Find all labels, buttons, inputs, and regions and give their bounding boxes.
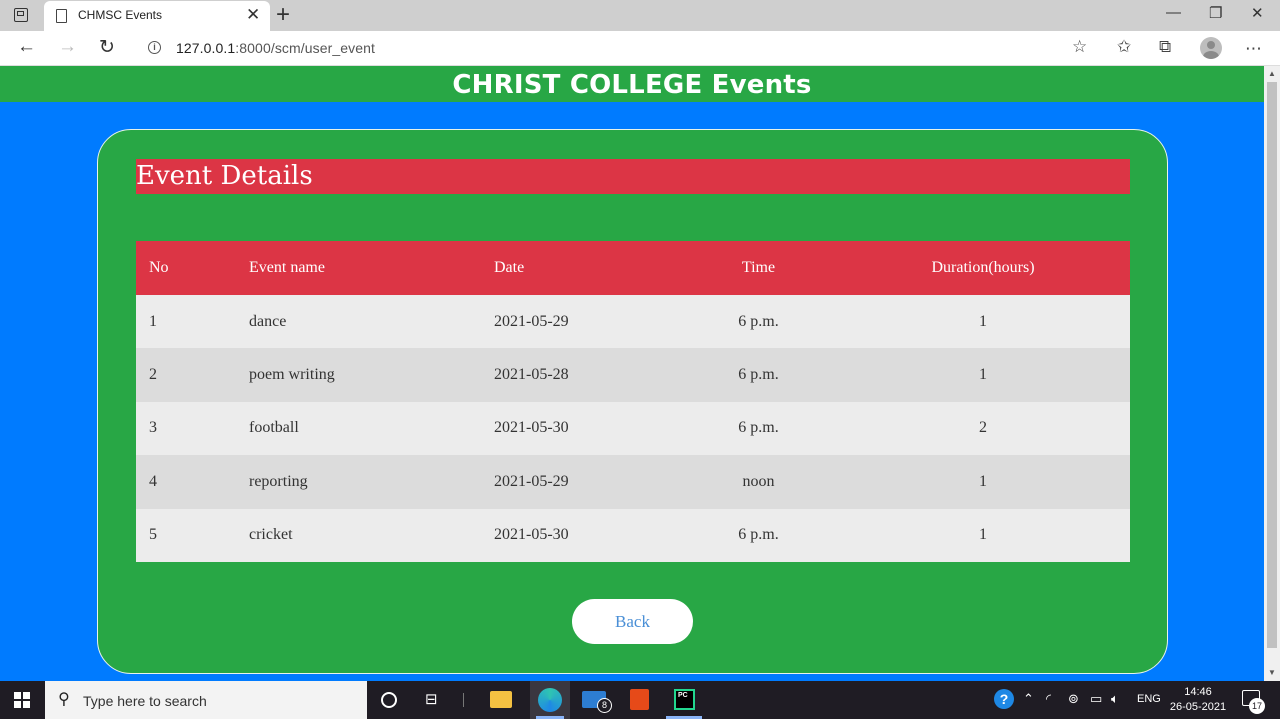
browser-tab-strip: CHMSC Events ✕ + — ❐ ✕: [0, 0, 1280, 31]
column-header-time: Time: [681, 241, 836, 295]
scroll-up-icon[interactable]: ▲: [1268, 69, 1276, 78]
volume-icon[interactable]: 🔈︎: [1111, 691, 1119, 707]
profile-avatar[interactable]: [1200, 37, 1222, 59]
cell-duration: 1: [836, 295, 1130, 349]
minimize-icon[interactable]: —: [1166, 4, 1181, 21]
taskbar-search-placeholder: Type here to search: [83, 693, 207, 709]
battery-icon[interactable]: ▭: [1090, 691, 1102, 707]
cell-no: 3: [136, 401, 236, 456]
network-icon[interactable]: ◜: [1046, 691, 1051, 707]
scroll-down-icon[interactable]: ▼: [1268, 668, 1276, 677]
info-icon[interactable]: i: [148, 41, 161, 54]
clock-time: 14:46: [1184, 686, 1212, 698]
url-host: 127.0.0.1: [176, 40, 236, 56]
events-table: No Event name Date Time Duration(hours) …: [136, 241, 1130, 562]
language-indicator[interactable]: ENG: [1137, 693, 1161, 705]
cell-time: 6 p.m.: [681, 348, 836, 402]
cell-event-name: dance: [236, 295, 481, 349]
cell-time: 6 p.m.: [681, 401, 836, 456]
table-row: 3 football 2021-05-30 6 p.m. 2: [136, 401, 1130, 456]
table-row: 5 cricket 2021-05-30 6 p.m. 1: [136, 508, 1130, 562]
section-title: Event Details: [136, 161, 313, 191]
column-header-event-name: Event name: [236, 241, 481, 295]
new-tab-icon[interactable]: +: [276, 1, 290, 29]
table-row: 2 poem writing 2021-05-28 6 p.m. 1: [136, 348, 1130, 402]
add-favorite-icon[interactable]: ☆: [1072, 37, 1087, 57]
forward-arrow-icon[interactable]: →: [58, 36, 77, 58]
favorites-icon[interactable]: ✩: [1117, 37, 1131, 57]
cell-duration: 2: [836, 401, 1130, 456]
cell-event-name: football: [236, 401, 481, 456]
table-row: 4 reporting 2021-05-29 noon 1: [136, 455, 1130, 509]
edge-browser-icon[interactable]: [530, 681, 570, 719]
cell-event-name: cricket: [236, 508, 481, 562]
browser-toolbar: ← → ↻ i 127.0.0.1:8000/scm/user_event ☆ …: [0, 31, 1280, 66]
cell-no: 5: [136, 508, 236, 562]
cortana-icon[interactable]: [381, 692, 397, 708]
mail-unread-badge: 8: [597, 698, 612, 713]
column-header-date: Date: [481, 241, 681, 295]
cell-date: 2021-05-29: [481, 455, 681, 509]
url-path: :8000/scm/user_event: [235, 40, 376, 56]
cell-duration: 1: [836, 455, 1130, 509]
column-header-duration: Duration(hours): [836, 241, 1130, 295]
close-tab-icon[interactable]: ✕: [246, 5, 260, 25]
clock-date: 26-05-2021: [1169, 701, 1227, 713]
cell-date: 2021-05-30: [481, 401, 681, 456]
scroll-thumb[interactable]: [1267, 82, 1277, 648]
table-header-row: No Event name Date Time Duration(hours): [136, 241, 1130, 295]
cell-date: 2021-05-28: [481, 348, 681, 402]
browser-tab[interactable]: CHMSC Events ✕: [44, 1, 270, 31]
cell-event-name: reporting: [236, 455, 481, 509]
cell-no: 2: [136, 348, 236, 402]
page-scrollbar[interactable]: ▲ ▼: [1264, 66, 1280, 681]
taskbar-clock[interactable]: 14:46 26-05-2021: [1168, 685, 1228, 715]
restore-icon[interactable]: ❐: [1209, 4, 1222, 22]
section-title-bar: Event Details: [136, 159, 1130, 194]
sync-icon[interactable]: ⊚: [1068, 691, 1079, 707]
site-header: CHRIST COLLEGE Events: [0, 66, 1264, 102]
page-viewport: CHRIST COLLEGE Events Event Details No E…: [0, 66, 1264, 681]
close-window-icon[interactable]: ✕: [1251, 4, 1264, 22]
cell-duration: 1: [836, 348, 1130, 402]
cell-no: 1: [136, 295, 236, 349]
column-header-no: No: [136, 241, 236, 295]
cell-date: 2021-05-29: [481, 295, 681, 349]
collections-icon[interactable]: ⧉: [1159, 37, 1171, 57]
help-icon[interactable]: ?: [994, 689, 1014, 709]
file-explorer-icon[interactable]: [490, 691, 512, 708]
back-arrow-icon[interactable]: ←: [17, 36, 36, 58]
taskbar-search-box[interactable]: ⚲ Type here to search: [45, 681, 367, 719]
show-hidden-icons-icon[interactable]: ⌃: [1023, 691, 1034, 707]
page-icon: [56, 9, 67, 23]
windows-taskbar: ⚲ Type here to search ⊟ PC ? ⌃ ◜ ⊚ ▭ 🔈︎ …: [0, 681, 1280, 719]
taskbar-separator: [463, 693, 464, 707]
search-icon: ⚲: [58, 691, 70, 708]
address-bar[interactable]: i 127.0.0.1:8000/scm/user_event ☆: [136, 33, 1102, 63]
cell-time: noon: [681, 455, 836, 509]
cell-no: 4: [136, 455, 236, 509]
tab-title: CHMSC Events: [78, 8, 163, 22]
cell-time: 6 p.m.: [681, 295, 836, 349]
office-icon[interactable]: [630, 689, 649, 710]
windows-start-icon[interactable]: [14, 692, 30, 708]
notification-count-badge: 17: [1249, 698, 1265, 714]
cell-duration: 1: [836, 508, 1130, 562]
back-button[interactable]: Back: [572, 599, 693, 644]
refresh-icon[interactable]: ↻: [99, 36, 115, 59]
event-card: Event Details No Event name Date Time Du…: [97, 129, 1168, 674]
cell-event-name: poem writing: [236, 348, 481, 402]
table-row: 1 dance 2021-05-29 6 p.m. 1: [136, 295, 1130, 349]
task-view-icon[interactable]: ⊟: [425, 691, 443, 709]
pycharm-icon[interactable]: PC: [674, 689, 695, 710]
cell-date: 2021-05-30: [481, 508, 681, 562]
site-title: CHRIST COLLEGE Events: [452, 70, 812, 100]
cell-time: 6 p.m.: [681, 508, 836, 562]
url-text: 127.0.0.1:8000/scm/user_event: [176, 40, 375, 56]
tab-actions-icon[interactable]: [14, 8, 28, 22]
more-menu-icon[interactable]: ⋯: [1245, 39, 1262, 59]
